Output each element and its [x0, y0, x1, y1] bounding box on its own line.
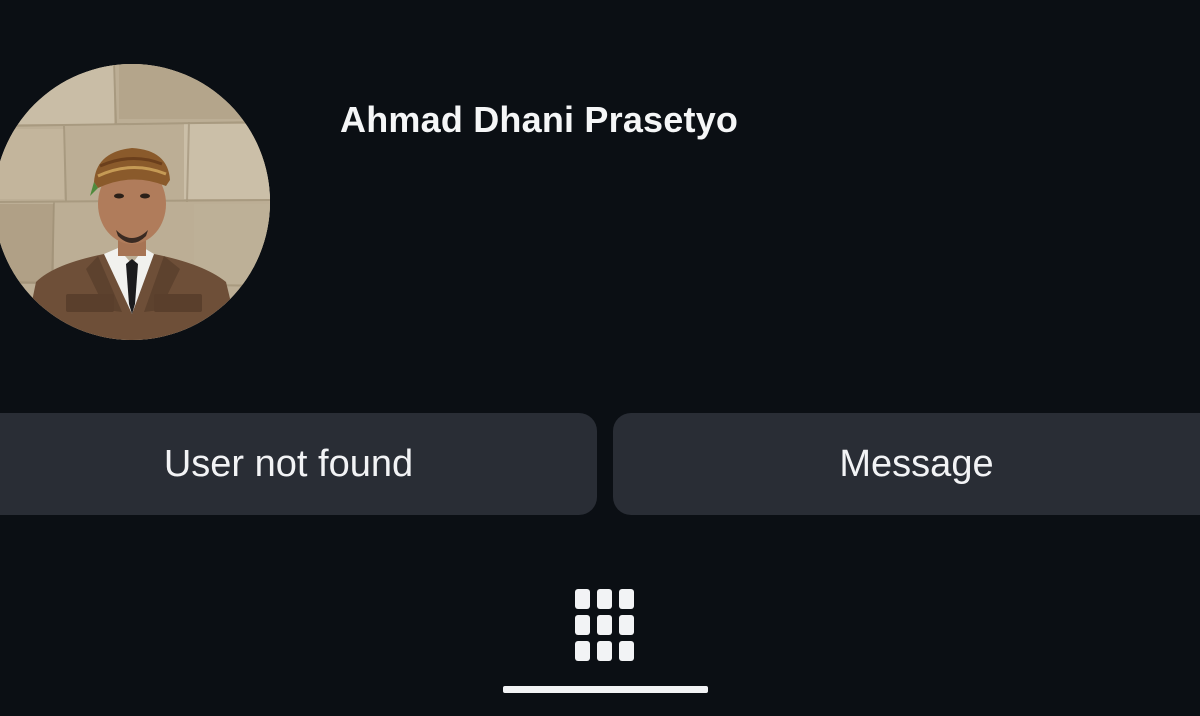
profile-avatar[interactable] [0, 64, 270, 340]
grid-icon [575, 589, 634, 661]
user-not-found-button[interactable]: User not found [0, 413, 597, 515]
message-button-label: Message [839, 442, 994, 485]
profile-name: Ahmad Dhani Prasetyo [340, 99, 739, 140]
avatar-photo [0, 64, 270, 340]
active-tab-indicator [503, 686, 708, 693]
tab-posts-grid[interactable] [571, 586, 639, 664]
message-button[interactable]: Message [613, 413, 1200, 515]
user-not-found-label: User not found [163, 442, 414, 485]
